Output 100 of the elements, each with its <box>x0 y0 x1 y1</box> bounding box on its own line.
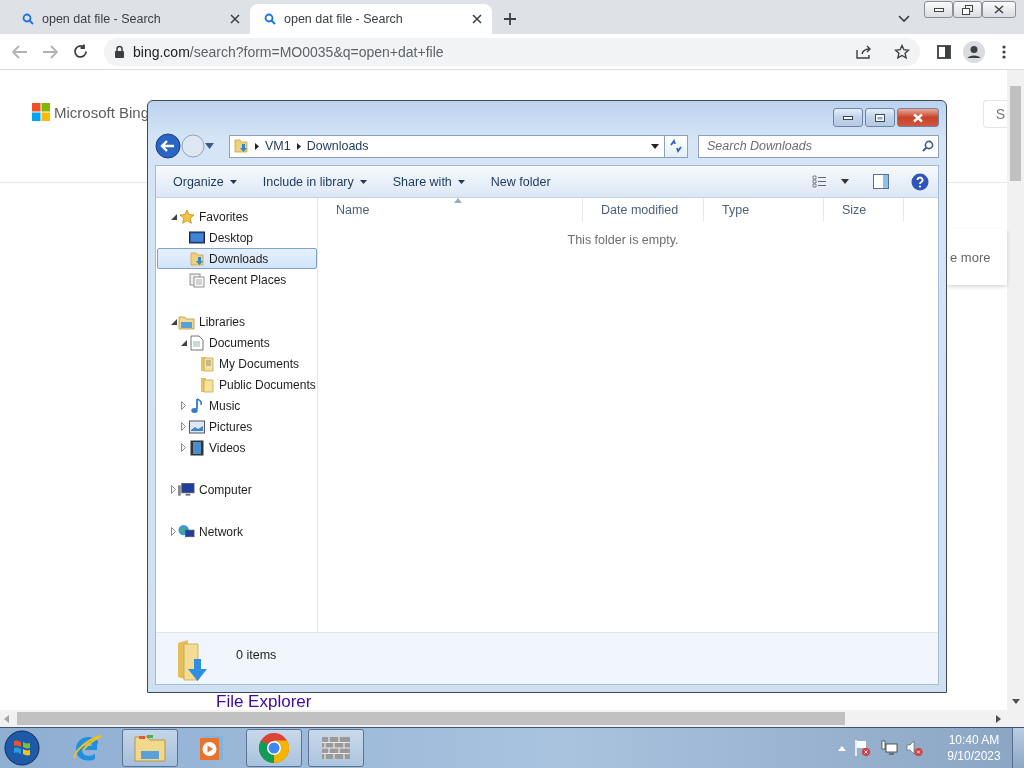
play-icon <box>199 733 225 763</box>
close-icon[interactable] <box>472 14 482 24</box>
tree-item[interactable]: Pictures <box>157 416 317 437</box>
share-icon[interactable] <box>856 44 872 59</box>
scroll-right-icon <box>996 714 1001 723</box>
tree-item[interactable]: Documents <box>157 332 317 353</box>
refresh-arrows-icon <box>669 139 683 153</box>
scroll-down-icon <box>1011 699 1020 704</box>
tree-item[interactable]: My Documents <box>157 353 317 374</box>
minimize-icon <box>843 115 853 120</box>
maximize-icon <box>875 113 885 122</box>
new-tab-icon[interactable] <box>503 12 517 26</box>
tree-item[interactable]: Public Documents <box>157 374 317 395</box>
preview-pane-icon[interactable] <box>873 174 889 189</box>
search-icon <box>22 13 34 25</box>
speaker-muted-icon[interactable] <box>906 739 924 757</box>
library-icon <box>178 313 195 330</box>
column-header[interactable]: Type <box>704 198 824 222</box>
taskbar-button[interactable] <box>308 729 364 767</box>
close-icon <box>994 5 1004 14</box>
maximize-button[interactable] <box>865 108 895 127</box>
tree-item[interactable]: Music <box>157 395 317 416</box>
star-icon[interactable] <box>894 43 910 60</box>
toolbar-button[interactable]: Share with <box>379 169 478 194</box>
brick-wall-icon <box>321 735 351 761</box>
folder-icon <box>133 733 167 763</box>
toolbar-button[interactable]: New folder <box>477 169 564 194</box>
profile-avatar-icon[interactable] <box>963 40 985 63</box>
separator-arrow-icon <box>255 142 259 150</box>
close-button[interactable] <box>897 108 939 127</box>
browser-tab[interactable]: open dat file - Search <box>250 4 492 34</box>
taskbar-button[interactable] <box>122 729 178 767</box>
minimize-button[interactable] <box>833 108 863 127</box>
separator-arrow-icon <box>296 142 301 150</box>
chrome-icon <box>258 732 290 764</box>
menu-icon[interactable] <box>1002 44 1006 59</box>
lock-icon <box>114 45 125 58</box>
caret-icon[interactable] <box>841 179 849 184</box>
tree-item[interactable]: Recent Places <box>157 269 317 290</box>
tree-item[interactable]: Videos <box>157 437 317 458</box>
more-link[interactable]: e more <box>950 249 991 265</box>
expanded-arrow-icon[interactable] <box>180 339 187 346</box>
refresh-button[interactable] <box>665 134 688 158</box>
scroll-thumb[interactable] <box>17 712 845 725</box>
taskbar-button[interactable] <box>246 729 302 767</box>
collapsed-arrow-icon[interactable] <box>181 401 186 410</box>
minimize-button[interactable] <box>924 1 953 18</box>
scroll-thumb[interactable] <box>1010 86 1021 181</box>
caret-icon[interactable] <box>651 143 659 149</box>
breadcrumb-item[interactable]: VM1 <box>265 139 291 153</box>
windows-orb-icon <box>4 730 40 766</box>
tree-item[interactable]: Favorites <box>157 206 317 227</box>
search-field[interactable]: Search Downloads <box>698 134 939 158</box>
column-header[interactable]: Date modified <box>583 198 704 222</box>
folder-icon <box>198 355 215 372</box>
item-count: 0 items <box>236 648 277 664</box>
close-icon[interactable] <box>230 14 240 24</box>
search-icon <box>922 139 934 152</box>
music-note-icon <box>189 397 204 414</box>
tree-item[interactable]: Desktop <box>157 227 317 248</box>
vertical-scrollbar[interactable] <box>1007 70 1024 727</box>
expanded-arrow-icon[interactable] <box>170 318 177 325</box>
expanded-arrow-icon[interactable] <box>170 213 177 220</box>
tree-item[interactable]: Computer <box>157 479 317 500</box>
breadcrumb-item[interactable]: Downloads <box>306 139 369 153</box>
toolbar-button[interactable]: Organize <box>160 169 250 194</box>
collapsed-arrow-icon[interactable] <box>171 527 176 536</box>
tree-item[interactable]: Downloads <box>157 248 317 269</box>
collapsed-arrow-icon[interactable] <box>181 443 186 452</box>
help-icon[interactable] <box>911 172 929 191</box>
close-icon <box>912 112 924 123</box>
network-computer-icon[interactable] <box>880 739 898 757</box>
reload-icon[interactable] <box>72 44 88 59</box>
restore-icon <box>962 4 973 15</box>
address-bar[interactable]: bing.com/search?form=MO0035&q=open+dat+file <box>104 37 920 66</box>
tree-item[interactable]: Libraries <box>157 311 317 332</box>
flag-error-icon[interactable] <box>854 739 872 757</box>
tree-item[interactable]: Network <box>157 521 317 542</box>
toolbar-button[interactable]: Include in library <box>249 169 380 194</box>
windows-logo-icon <box>32 103 50 121</box>
breadcrumb-bar[interactable]: VM1 Downloads <box>229 134 665 158</box>
show-desktop-button[interactable] <box>1012 728 1024 768</box>
monitor-icon <box>188 230 205 245</box>
star-icon <box>178 208 195 225</box>
view-list-icon[interactable] <box>812 175 827 188</box>
chevron-down-icon[interactable] <box>898 15 910 23</box>
collapsed-arrow-icon[interactable] <box>171 485 176 494</box>
side-panel-icon[interactable] <box>937 44 951 59</box>
document-icon <box>189 334 204 351</box>
picture-icon <box>188 419 205 434</box>
collapsed-arrow-icon[interactable] <box>181 422 186 431</box>
close-button[interactable] <box>982 1 1016 18</box>
column-header[interactable]: Size <box>824 198 904 222</box>
browser-tab[interactable]: open dat file - Search <box>8 4 250 34</box>
folder-icon <box>188 250 205 267</box>
network-globe-icon <box>178 523 195 540</box>
result-link[interactable]: File Explorer <box>216 694 312 710</box>
restore-button[interactable] <box>953 1 982 18</box>
horizontal-scrollbar[interactable] <box>0 710 1007 727</box>
scroll-left-icon <box>4 714 9 723</box>
